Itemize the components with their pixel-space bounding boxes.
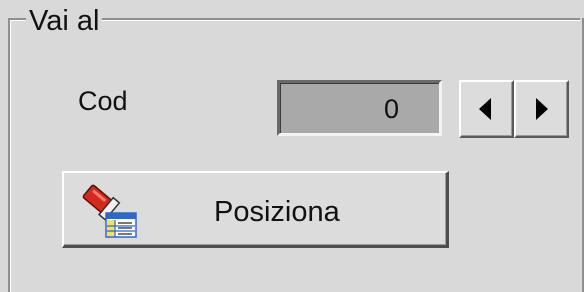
vai-al-groupbox xyxy=(8,18,580,292)
cod-value: 0 xyxy=(383,94,399,124)
cod-label: Cod xyxy=(78,86,128,116)
posiziona-button[interactable]: Posiziona xyxy=(62,171,449,248)
triangle-right-icon xyxy=(536,98,548,120)
groupbox-title: Vai al xyxy=(26,3,103,39)
triangle-left-icon xyxy=(479,98,491,120)
next-button[interactable] xyxy=(514,80,569,138)
flashlight-table-icon xyxy=(82,184,137,238)
vai-al-panel: Vai al Cod 0 Posiziona xyxy=(0,0,584,292)
cod-field[interactable]: 0 xyxy=(277,80,442,136)
previous-button[interactable] xyxy=(459,80,514,138)
posiziona-label: Posiziona xyxy=(214,196,340,228)
